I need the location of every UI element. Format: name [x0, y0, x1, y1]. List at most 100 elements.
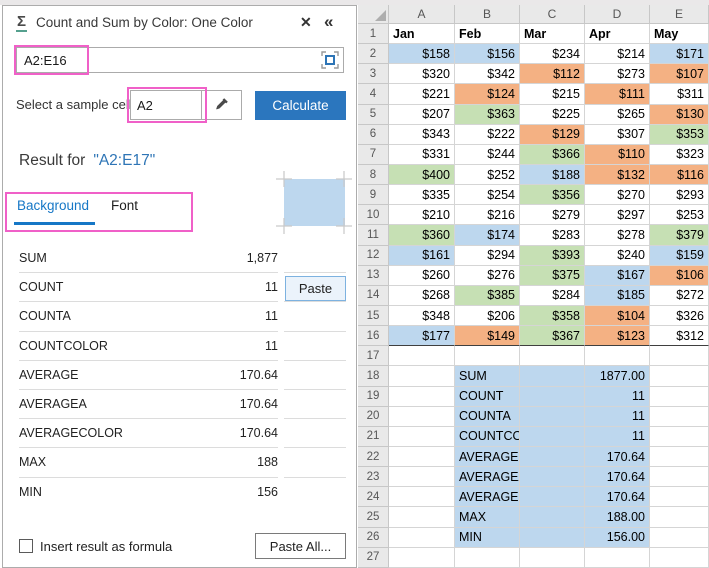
- cell-C23[interactable]: [520, 467, 585, 488]
- cell-E9[interactable]: $293: [650, 185, 709, 206]
- cell-D27[interactable]: [585, 547, 650, 568]
- cell-E16[interactable]: $312: [650, 326, 709, 347]
- cell-D9[interactable]: $270: [585, 185, 650, 206]
- cell-A2[interactable]: $158: [389, 44, 455, 65]
- row-header-26[interactable]: 26: [358, 527, 389, 548]
- cell-B3[interactable]: $342: [455, 64, 520, 85]
- cell-A12[interactable]: $161: [389, 245, 455, 266]
- cell-D10[interactable]: $297: [585, 205, 650, 226]
- cell-D17[interactable]: [585, 346, 650, 367]
- cell-B23[interactable]: AVERAGEA: [455, 467, 520, 488]
- paste-button[interactable]: Paste: [285, 276, 346, 302]
- cell-D6[interactable]: $307: [585, 124, 650, 145]
- cell-B15[interactable]: $206: [455, 305, 520, 327]
- cell-D4[interactable]: $111: [585, 84, 650, 105]
- cell-E10[interactable]: $253: [650, 205, 709, 226]
- cell-C8[interactable]: $188: [520, 164, 585, 186]
- cell-A18[interactable]: [389, 366, 455, 387]
- cell-B24[interactable]: AVERAGECOLOR: [455, 487, 520, 508]
- cell-B21[interactable]: COUNTCOLOR: [455, 426, 520, 447]
- cell-A24[interactable]: [389, 487, 455, 508]
- cell-A25[interactable]: [389, 507, 455, 528]
- cell-D15[interactable]: $104: [585, 305, 650, 327]
- cell-C9[interactable]: $356: [520, 185, 585, 206]
- cell-D23[interactable]: 170.64: [585, 467, 650, 488]
- cell-A17[interactable]: [389, 346, 455, 367]
- cell-B7[interactable]: $244: [455, 144, 520, 165]
- row-header-21[interactable]: 21: [358, 426, 389, 447]
- cell-E21[interactable]: [650, 426, 709, 447]
- cell-E22[interactable]: [650, 446, 709, 468]
- cell-E19[interactable]: [650, 386, 709, 407]
- cell-D25[interactable]: 188.00: [585, 507, 650, 528]
- cell-C13[interactable]: $375: [520, 265, 585, 286]
- cell-B10[interactable]: $216: [455, 205, 520, 226]
- cell-C12[interactable]: $393: [520, 245, 585, 266]
- cell-A5[interactable]: $207: [389, 104, 455, 125]
- cell-D22[interactable]: 170.64: [585, 446, 650, 468]
- row-header-9[interactable]: 9: [358, 185, 389, 206]
- row-header-27[interactable]: 27: [358, 547, 389, 568]
- cell-E27[interactable]: [650, 547, 709, 568]
- cell-B9[interactable]: $254: [455, 185, 520, 206]
- insert-formula-checkbox[interactable]: [19, 539, 33, 553]
- cell-C17[interactable]: [520, 346, 585, 367]
- cell-D3[interactable]: $273: [585, 64, 650, 85]
- row-header-2[interactable]: 2: [358, 44, 389, 65]
- cell-B11[interactable]: $174: [455, 225, 520, 246]
- cell-A13[interactable]: $260: [389, 265, 455, 286]
- cell-B14[interactable]: $385: [455, 285, 520, 306]
- cell-B2[interactable]: $156: [455, 44, 520, 65]
- cell-A21[interactable]: [389, 426, 455, 447]
- cell-B19[interactable]: COUNT: [455, 386, 520, 407]
- cell-D14[interactable]: $185: [585, 285, 650, 306]
- expand-selection-icon[interactable]: [321, 51, 339, 69]
- cell-D16[interactable]: $123: [585, 326, 650, 347]
- cell-C20[interactable]: [520, 406, 585, 427]
- cell-A22[interactable]: [389, 446, 455, 468]
- cell-B26[interactable]: MIN: [455, 527, 520, 548]
- cell-A20[interactable]: [389, 406, 455, 427]
- cell-D13[interactable]: $167: [585, 265, 650, 286]
- paste-all-button[interactable]: Paste All...: [255, 533, 346, 559]
- cell-E13[interactable]: $106: [650, 265, 709, 286]
- cell-D21[interactable]: 11: [585, 426, 650, 447]
- cell-A9[interactable]: $335: [389, 185, 455, 206]
- cell-A1[interactable]: Jan: [389, 24, 455, 45]
- cell-D18[interactable]: 1877.00: [585, 366, 650, 387]
- cell-B18[interactable]: SUM: [455, 366, 520, 387]
- cell-C18[interactable]: [520, 366, 585, 387]
- cell-D2[interactable]: $214: [585, 44, 650, 65]
- cell-D5[interactable]: $265: [585, 104, 650, 125]
- cell-C6[interactable]: $129: [520, 124, 585, 145]
- row-header-19[interactable]: 19: [358, 386, 389, 407]
- sample-cell-input[interactable]: [131, 91, 201, 119]
- cell-C4[interactable]: $215: [520, 84, 585, 105]
- cell-A16[interactable]: $177: [389, 326, 455, 347]
- column-header-A[interactable]: A: [389, 5, 455, 24]
- cell-A19[interactable]: [389, 386, 455, 407]
- row-header-11[interactable]: 11: [358, 225, 389, 246]
- cell-D24[interactable]: 170.64: [585, 487, 650, 508]
- cell-B6[interactable]: $222: [455, 124, 520, 145]
- row-header-23[interactable]: 23: [358, 467, 389, 488]
- cell-A10[interactable]: $210: [389, 205, 455, 226]
- tab-background[interactable]: Background: [17, 198, 89, 213]
- cell-E1[interactable]: May: [650, 24, 709, 45]
- cell-C19[interactable]: [520, 386, 585, 407]
- column-header-C[interactable]: C: [520, 5, 585, 24]
- cell-C24[interactable]: [520, 487, 585, 508]
- cell-E25[interactable]: [650, 507, 709, 528]
- cell-C7[interactable]: $366: [520, 144, 585, 165]
- cell-C25[interactable]: [520, 507, 585, 528]
- cell-E12[interactable]: $159: [650, 245, 709, 266]
- column-header-B[interactable]: B: [455, 5, 520, 24]
- cell-D1[interactable]: Apr: [585, 24, 650, 45]
- cell-A14[interactable]: $268: [389, 285, 455, 306]
- cell-C27[interactable]: [520, 547, 585, 568]
- cell-E14[interactable]: $272: [650, 285, 709, 306]
- cell-E6[interactable]: $353: [650, 124, 709, 145]
- cell-A26[interactable]: [389, 527, 455, 548]
- cell-E4[interactable]: $311: [650, 84, 709, 105]
- cell-E5[interactable]: $130: [650, 104, 709, 125]
